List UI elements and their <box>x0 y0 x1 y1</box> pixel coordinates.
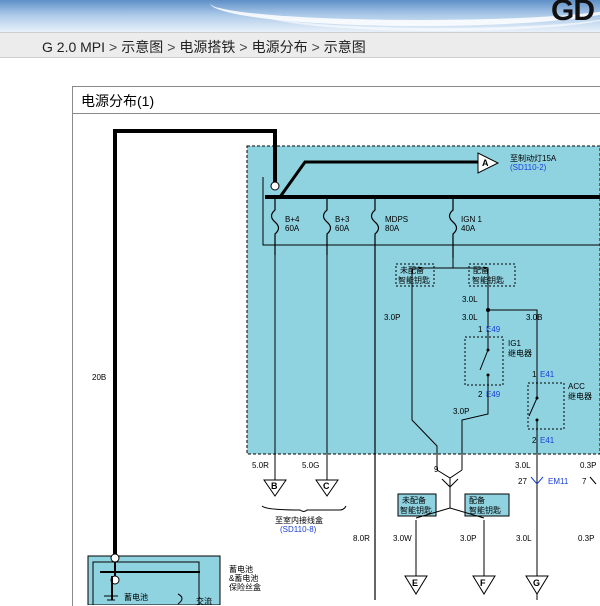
connector-a-ref: (SD110-2) <box>510 163 547 172</box>
label-30l-b: 3.0L <box>462 313 478 322</box>
svg-text:40A: 40A <box>461 224 476 233</box>
connector-a-letter: A <box>482 158 489 168</box>
label-30p-b: 3.0P <box>453 407 469 416</box>
indoor-box-ref: (SD110-8) <box>280 525 317 534</box>
svg-text:B+3: B+3 <box>335 215 350 224</box>
pin-7: 7 <box>582 477 587 486</box>
battery-box-l3: 保险丝盒 <box>229 582 261 592</box>
acc-pin1: 1 <box>532 370 537 379</box>
connector-f-letter: F <box>480 578 486 588</box>
ac-label: 交流 <box>196 596 212 605</box>
label-30p-a: 3.0P <box>384 313 400 322</box>
connector-b-letter: B <box>271 481 278 491</box>
label-30b: 3.0B <box>526 313 542 322</box>
acc-name2: 继电器 <box>568 391 592 401</box>
fuse-box-region <box>246 145 600 455</box>
em11-label: EM11 <box>548 477 569 486</box>
svg-text:IGN 1: IGN 1 <box>461 215 482 224</box>
ig1-contact <box>486 373 490 377</box>
battery-node <box>110 553 120 563</box>
option-no-smartkey-2-l2: 智能钥匙 <box>400 505 432 515</box>
indoor-box-label: 至室内接线盒 <box>275 515 323 525</box>
acc-contact <box>535 396 539 400</box>
indoor-bracket <box>261 505 347 512</box>
option-smartkey-2-l1: 配备 <box>469 495 485 505</box>
splice-9-wire <box>436 454 463 486</box>
acc-conn1: E41 <box>540 370 555 379</box>
label-30l-a: 3.0L <box>462 295 478 304</box>
ig1-name: IG1 <box>508 339 521 348</box>
label-30l-d: 3.0L <box>516 534 532 543</box>
connector-e-letter: E <box>412 578 418 588</box>
option-no-smartkey-l2: 智能钥匙 <box>398 275 430 285</box>
battery-box-l2: &蓄电池 <box>229 573 258 583</box>
battery-box-l1: 蓄电池 <box>229 564 253 574</box>
label-30w: 3.0W <box>393 534 412 543</box>
wiring-diagram: A 至制动灯15A (SD110-2) B+4 60A B+3 60A MDPS… <box>87 129 600 605</box>
label-80r: 8.0R <box>353 534 370 543</box>
acc-name: ACC <box>568 382 585 391</box>
option-no-smartkey-2-l1: 未配备 <box>402 495 426 505</box>
option-smartkey-l1: 配备 <box>473 265 489 275</box>
ig1-contact <box>486 348 490 352</box>
label-30l-c: 3.0L <box>515 461 531 470</box>
label-30p-c: 3.0P <box>460 534 476 543</box>
acc-contact <box>535 418 539 422</box>
pin-9: 9 <box>434 465 439 474</box>
connector-a-label: 至制动灯15A <box>510 153 557 163</box>
ig1-pin2: 2 <box>478 390 483 399</box>
svg-text:MDPS: MDPS <box>385 215 408 224</box>
connector-c-letter: C <box>323 481 330 491</box>
feed-node <box>270 181 280 191</box>
connector-g-letter: G <box>533 578 540 588</box>
svg-text:80A: 80A <box>385 224 400 233</box>
label-50r: 5.0R <box>252 461 269 470</box>
option-smartkey-2-l2: 智能钥匙 <box>469 505 501 515</box>
label-20b: 20B <box>92 373 106 382</box>
battery-label: 蓄电池 <box>124 592 148 602</box>
ig1-pin1: 1 <box>478 325 483 334</box>
svg-text:60A: 60A <box>335 224 350 233</box>
svg-text:B+4: B+4 <box>285 215 300 224</box>
pin7-chevron <box>589 476 597 485</box>
svg-text:60A: 60A <box>285 224 300 233</box>
acc-conn2: E41 <box>540 436 555 445</box>
pin-27: 27 <box>518 477 527 486</box>
acc-pin2: 2 <box>532 436 537 445</box>
label-03p-a: 0.3P <box>580 461 596 470</box>
ig1-name2: 继电器 <box>508 348 532 358</box>
label-03p-b: 0.3P <box>578 534 594 543</box>
label-50g: 5.0G <box>302 461 319 470</box>
